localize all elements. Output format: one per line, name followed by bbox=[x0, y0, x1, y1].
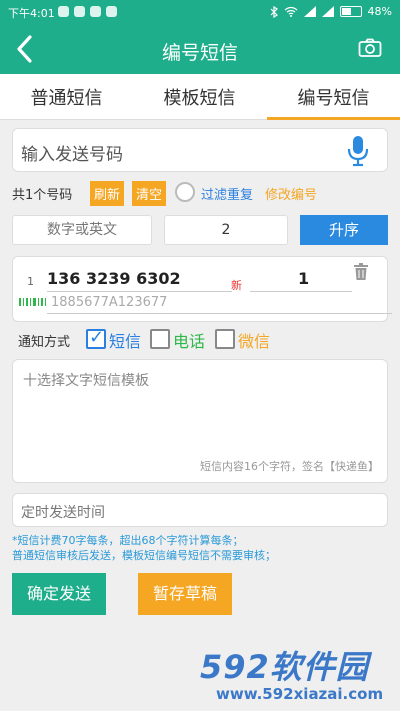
sms-checkbox[interactable] bbox=[86, 327, 106, 349]
number-count-row: 共1个号码 刷新 清空 过滤重复 修改编号 bbox=[12, 181, 388, 206]
app-bar: 编号短信 bbox=[0, 24, 400, 74]
notification-icon bbox=[58, 6, 69, 17]
notification-icon bbox=[90, 6, 101, 17]
wechat-checkbox[interactable] bbox=[215, 329, 235, 349]
confirm-send-button[interactable]: 确定发送 bbox=[12, 573, 106, 615]
quantity-underline bbox=[250, 291, 352, 292]
delete-icon[interactable] bbox=[353, 263, 369, 281]
page-title: 编号短信 bbox=[161, 42, 238, 64]
active-tab-indicator bbox=[267, 117, 400, 120]
signal-icon bbox=[321, 6, 334, 17]
sort-ascending-button[interactable]: 升序 bbox=[300, 215, 388, 245]
wifi-icon bbox=[284, 6, 297, 17]
phone-call-checkbox[interactable] bbox=[150, 329, 170, 349]
tab-numbered-sms[interactable]: 编号短信 bbox=[267, 84, 400, 110]
battery-percent: 48% bbox=[367, 5, 392, 18]
refresh-button[interactable]: 刷新 bbox=[90, 181, 125, 206]
template-hint: 短信内容16个字符，签名【快递鱼】 bbox=[200, 460, 379, 473]
status-bar: 下午4:01 48% bbox=[0, 0, 400, 24]
recipient-entry: 1 136 3239 6302 新 1 1885677A123677 bbox=[12, 256, 392, 322]
schedule-time-input[interactable]: 定时发送时间 bbox=[12, 493, 388, 527]
entry-quantity[interactable]: 1 bbox=[298, 269, 309, 288]
billing-note-line: *短信计费70字每条，超出68个字符计算每条； bbox=[12, 534, 244, 547]
schedule-placeholder: 定时发送时间 bbox=[21, 505, 105, 521]
tab-template-sms[interactable]: 模板短信 bbox=[133, 84, 266, 110]
entry-index: 1 bbox=[27, 275, 34, 288]
microphone-icon[interactable] bbox=[347, 135, 369, 167]
wechat-option-label[interactable]: 微信 bbox=[238, 328, 270, 352]
notification-icon bbox=[106, 6, 117, 17]
notification-icons bbox=[58, 6, 117, 17]
code-underline bbox=[47, 313, 392, 314]
save-draft-button[interactable]: 暂存草稿 bbox=[138, 573, 232, 615]
phone-underline bbox=[47, 291, 232, 292]
notification-icon bbox=[74, 6, 85, 17]
camera-icon[interactable] bbox=[358, 38, 382, 58]
tab-normal-sms[interactable]: 普通短信 bbox=[0, 84, 133, 110]
entry-phone[interactable]: 136 3239 6302 bbox=[47, 269, 181, 288]
watermark-logo: 592软件园 www.592xiazai.com bbox=[196, 640, 396, 710]
new-badge: 新 bbox=[231, 279, 242, 292]
start-number-input[interactable]: 2 bbox=[164, 215, 288, 245]
barcode-icon bbox=[19, 298, 46, 306]
edit-number-link[interactable]: 修改编号 bbox=[265, 184, 317, 203]
prefix-input[interactable]: 数字或英文 bbox=[12, 215, 152, 245]
number-count: 共1个号码 bbox=[12, 188, 73, 203]
watermark-brand: 592软件园 bbox=[200, 648, 369, 686]
notify-method-label: 通知方式 bbox=[18, 335, 71, 350]
notify-method-row: 通知方式 短信 电话 微信 bbox=[18, 327, 388, 353]
status-time: 下午4:01 bbox=[8, 7, 55, 20]
sms-option-label[interactable]: 短信 bbox=[109, 328, 141, 352]
filter-duplicates-radio[interactable] bbox=[175, 182, 195, 202]
bluetooth-icon bbox=[270, 5, 278, 18]
phone-input-placeholder: 输入发送号码 bbox=[21, 145, 123, 165]
watermark-url: www.592xiazai.com bbox=[216, 685, 384, 703]
clear-button[interactable]: 清空 bbox=[132, 181, 167, 206]
status-right: 48% bbox=[270, 5, 392, 18]
battery-icon bbox=[339, 6, 362, 17]
filter-duplicates-label[interactable]: 过滤重复 bbox=[201, 184, 253, 203]
billing-note: *短信计费70字每条，超出68个字符计算每条； 普通短信审核后发送，模板短信编号… bbox=[12, 533, 392, 563]
phone-number-input[interactable]: 输入发送号码 bbox=[12, 128, 388, 172]
entry-code[interactable]: 1885677A123677 bbox=[51, 295, 167, 310]
tab-bar: 普通短信 模板短信 编号短信 bbox=[0, 74, 400, 120]
signal-icon bbox=[303, 6, 316, 17]
phone-call-option-label[interactable]: 电话 bbox=[173, 328, 205, 352]
sms-template-box[interactable]: 十选择文字短信模板 短信内容16个字符，签名【快递鱼】 bbox=[12, 359, 388, 483]
template-placeholder: 十选择文字短信模板 bbox=[23, 373, 149, 389]
billing-note-line: 普通短信审核后发送，模板短信编号短信不需要审核； bbox=[12, 549, 276, 562]
